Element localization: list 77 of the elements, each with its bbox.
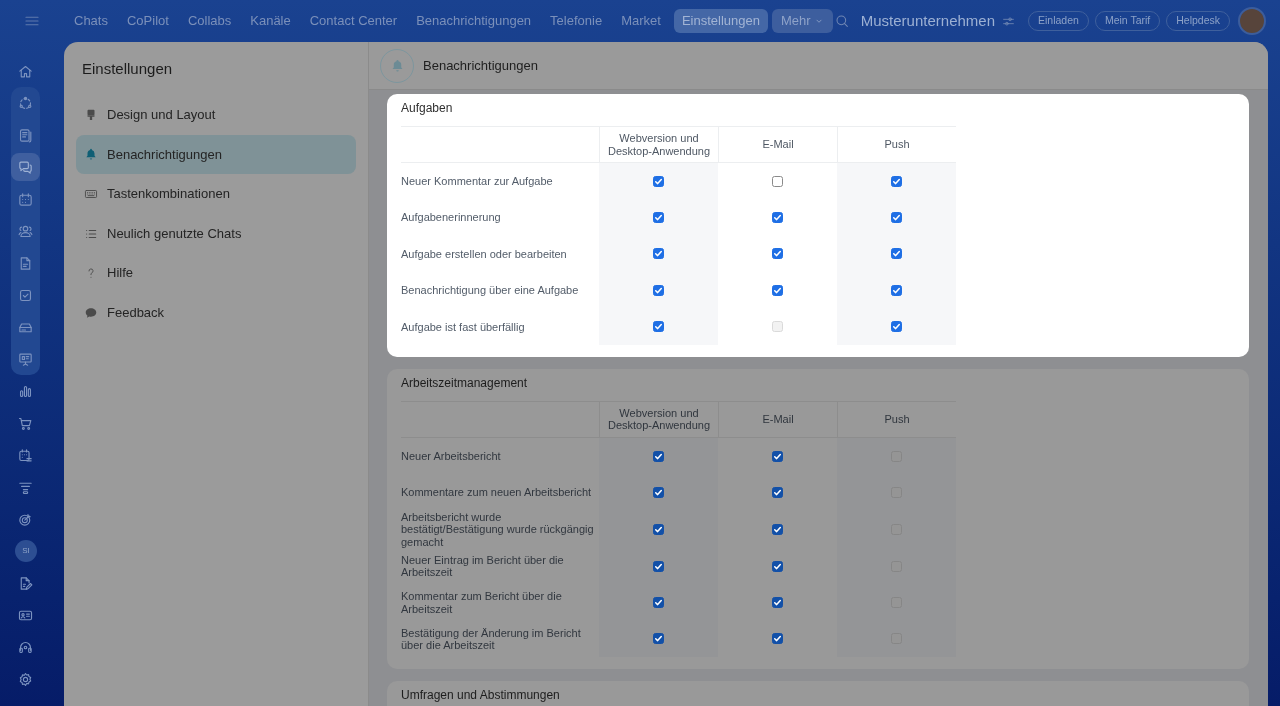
checkbox[interactable]: [772, 212, 783, 224]
bell-icon: [84, 147, 98, 162]
search-icon[interactable]: [833, 13, 850, 29]
nav-tab[interactable]: Telefonie: [542, 9, 611, 33]
column-header: Webversion und Desktop-Anwendung: [606, 131, 712, 158]
settings-menu-item[interactable]: Design und Layout: [76, 95, 356, 135]
checkbox[interactable]: [891, 321, 902, 333]
row-label: Aufgabe ist fast überfällig: [401, 320, 525, 333]
more-menu-button[interactable]: Mehr: [771, 9, 833, 33]
company-name[interactable]: Musterunternehmen: [860, 9, 995, 33]
checkbox[interactable]: [772, 523, 783, 535]
settings-menu-item[interactable]: Hilfe: [76, 253, 356, 293]
nav-tab[interactable]: Kanäle: [242, 9, 299, 33]
nav-tab[interactable]: Chats: [66, 9, 116, 33]
checkbox[interactable]: [891, 284, 902, 296]
calendar-icon: [17, 190, 34, 208]
page-title: Benachrichtigungen: [423, 56, 538, 75]
checkbox[interactable]: [653, 450, 664, 462]
sidebar-title: Einstellungen: [81, 59, 174, 78]
row-label: Aufgabenerinnerung: [401, 211, 501, 224]
card-title: Umfragen und Abstimmungen: [401, 688, 561, 703]
dotted-circle-icon: [17, 94, 34, 112]
checkbox[interactable]: [772, 284, 783, 296]
row-label: Benachrichtigung über eine Aufgabe: [401, 284, 579, 297]
nav-tab[interactable]: Market: [613, 9, 669, 33]
checkbox[interactable]: [891, 175, 902, 187]
checkbox[interactable]: [891, 248, 902, 260]
column-header: Push: [883, 413, 911, 426]
checkbox[interactable]: [653, 175, 664, 187]
checkbox[interactable]: [772, 487, 783, 499]
checkbox[interactable]: [653, 523, 664, 535]
row-label: Arbeitsbericht wurde bestätigt/Bestätigung wurde rückgängig gemacht: [401, 510, 595, 548]
checkbox[interactable]: [653, 560, 664, 572]
settings-menu-item[interactable]: Feedback: [76, 292, 356, 333]
column-header: E-Mail: [761, 138, 795, 151]
settings-menu-item[interactable]: Tastenkombinationen: [76, 174, 356, 214]
checkbox[interactable]: [772, 633, 783, 645]
calendar-list-icon: [17, 446, 34, 464]
row-label: Neuer Arbeitsbericht: [401, 449, 501, 463]
user-initials-button[interactable]: SI: [15, 540, 37, 562]
checkbox[interactable]: [653, 597, 664, 609]
checkbox[interactable]: [653, 487, 664, 499]
sliders-icon[interactable]: [1002, 14, 1015, 28]
keyboard-icon: [84, 187, 98, 201]
sidebar-button[interactable]: [11, 153, 40, 181]
checkbox[interactable]: [772, 560, 783, 572]
row-label: Neuer Eintrag im Bericht über die Arbeitszeit: [401, 553, 565, 579]
checkbox[interactable]: [772, 597, 783, 609]
nav-tab[interactable]: CoPilot: [118, 9, 177, 33]
row-label: Neuer Kommentar zur Aufgabe: [401, 175, 553, 188]
checkbox[interactable]: [653, 284, 664, 296]
checkbox[interactable]: [653, 212, 664, 224]
card-title: Aufgaben: [401, 101, 454, 115]
row-label: Kommentar zum Bericht über die Arbeitszeit: [401, 590, 563, 615]
column-header: E-Mail: [761, 413, 795, 426]
card-title: Arbeitszeitmanagement: [401, 375, 529, 390]
nav-tab[interactable]: Contact Center: [301, 9, 406, 33]
checkbox[interactable]: [653, 321, 664, 333]
checkbox[interactable]: [772, 248, 783, 260]
checkbox[interactable]: [891, 212, 902, 224]
nav-tab[interactable]: Einstellungen: [673, 9, 768, 33]
speech-bubble-icon: [84, 305, 98, 320]
row-label: Aufgabe erstellen oder bearbeiten: [401, 247, 567, 261]
column-header: Push: [883, 138, 911, 151]
checkbox[interactable]: [772, 450, 783, 462]
nav-tab[interactable]: Collabs: [179, 9, 240, 33]
settings-icon: [17, 670, 34, 688]
document-icon: [17, 126, 34, 144]
settings-menu-item[interactable]: Benachrichtigungen: [76, 134, 356, 175]
nav-tab[interactable]: Benachrichtigungen: [408, 9, 540, 33]
settings-menu-item[interactable]: Neulich genutzte Chats: [76, 213, 356, 254]
checkbox[interactable]: [653, 248, 664, 260]
row-label: Bestätigung der Änderung im Bericht über die Arbeitszeit: [401, 626, 582, 652]
row-label: Kommentare zum neuen Arbeitsbericht: [401, 486, 592, 499]
checkbox[interactable]: [772, 175, 783, 187]
checkbox[interactable]: [653, 633, 664, 645]
column-header: Webversion und Desktop-Anwendung: [606, 406, 712, 433]
